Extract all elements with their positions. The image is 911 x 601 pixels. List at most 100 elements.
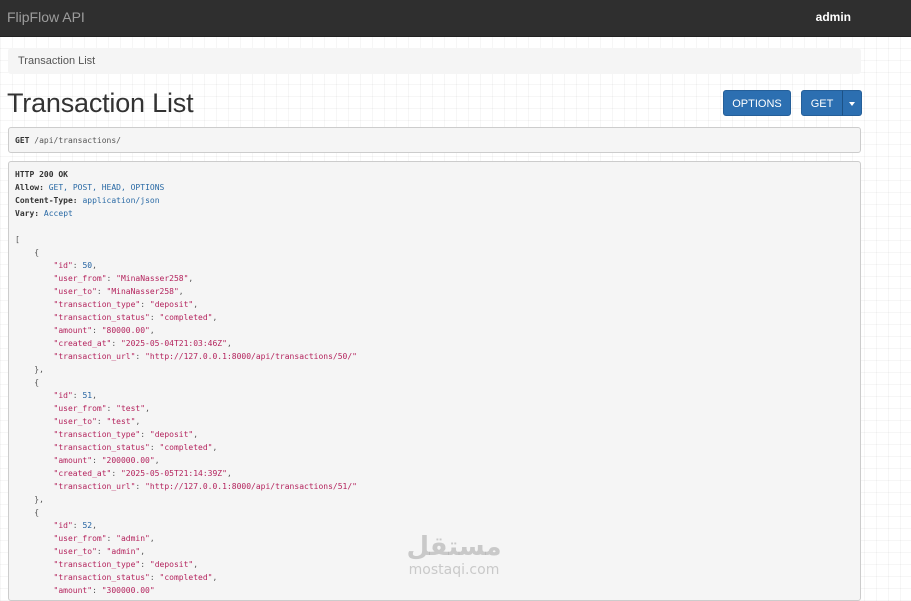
json-key: "user_from" xyxy=(53,274,107,283)
json-value: "MinaNasser258" xyxy=(106,287,179,296)
json-value: "completed" xyxy=(159,443,213,452)
response-header-name: Vary: xyxy=(15,209,40,218)
response-line xyxy=(15,220,854,233)
json-key: "transaction_status" xyxy=(53,443,150,452)
response-line: "id": 51, xyxy=(53,391,97,400)
response-line: "amount": "200000.00", xyxy=(53,456,160,465)
response-line: "transaction_status": "completed", xyxy=(53,313,218,322)
json-key: "id" xyxy=(53,391,73,400)
json-value: "deposit" xyxy=(149,560,194,569)
json-value: "2025-05-04T21:03:46Z" xyxy=(120,339,227,348)
response-line: { xyxy=(15,246,854,259)
json-brace: { xyxy=(34,378,40,387)
json-key: "id" xyxy=(53,261,73,270)
response-line: "amount": "300000.00" xyxy=(53,586,155,595)
json-key: "transaction_status" xyxy=(53,573,150,582)
response-header-value: Accept xyxy=(43,209,73,218)
json-value: "2025-05-05T21:14:39Z" xyxy=(120,469,227,478)
json-value: "deposit" xyxy=(149,430,194,439)
json-key: "transaction_type" xyxy=(53,300,141,309)
json-key: "transaction_type" xyxy=(53,560,141,569)
brand-link[interactable]: FlipFlow API xyxy=(7,9,85,25)
json-value: 51 xyxy=(82,391,93,400)
response-line: { xyxy=(15,376,854,389)
json-key: "amount" xyxy=(53,586,93,595)
options-button[interactable]: OPTIONS xyxy=(723,90,791,116)
response-line: "transaction_url": "http://127.0.0.1:800… xyxy=(53,482,357,491)
json-key: "user_to" xyxy=(53,547,97,556)
json-key: "id" xyxy=(53,521,73,530)
response-line: "transaction_status": "completed", xyxy=(53,443,218,452)
response-line: "id": 52, xyxy=(53,521,97,530)
response-header-value: GET, POST, HEAD, OPTIONS xyxy=(48,183,165,192)
request-info: GET /api/transactions/ xyxy=(8,127,861,153)
response-line: [ xyxy=(15,233,854,246)
json-key: "amount" xyxy=(53,326,93,335)
json-value: "admin" xyxy=(116,534,150,543)
caret-down-icon xyxy=(849,102,855,106)
request-method: GET xyxy=(15,136,30,145)
breadcrumb-item-active: Transaction List xyxy=(18,55,96,67)
json-key: "user_from" xyxy=(53,534,107,543)
json-brace: }, xyxy=(34,495,44,504)
response-line: "created_at": "2025-05-04T21:03:46Z", xyxy=(53,339,232,348)
response-line: "created_at": "2025-05-05T21:14:39Z", xyxy=(53,469,232,478)
json-key: "amount" xyxy=(53,456,93,465)
breadcrumb: Transaction List xyxy=(8,48,861,74)
json-bracket: [ xyxy=(15,235,20,244)
watermark: مستقل mostaqi.com xyxy=(398,532,510,578)
json-key: "user_to" xyxy=(53,287,97,296)
json-brace: { xyxy=(34,248,40,257)
page-title: Transaction List xyxy=(7,88,194,118)
response-line: "transaction_type": "deposit", xyxy=(53,300,199,309)
get-button[interactable]: GET xyxy=(801,90,843,116)
watermark-logo: مستقل xyxy=(406,532,502,562)
json-value: "http://127.0.0.1:8000/api/transactions/… xyxy=(145,352,357,361)
response-line: "transaction_url": "http://127.0.0.1:800… xyxy=(53,352,357,361)
response-line: "transaction_type": "deposit", xyxy=(53,430,199,439)
json-value: "admin" xyxy=(106,547,141,556)
response-line: "user_from": "test", xyxy=(53,404,150,413)
json-key: "user_to" xyxy=(53,417,97,426)
response-header-value: application/json xyxy=(82,196,160,205)
watermark-text: mostaqi.com xyxy=(408,562,500,578)
json-value: "200000.00" xyxy=(101,456,155,465)
response-line: HTTP 200 OK xyxy=(15,168,854,181)
json-value: "completed" xyxy=(159,573,213,582)
response-line: { xyxy=(15,506,854,519)
json-value: "MinaNasser258" xyxy=(116,274,189,283)
response-line: "id": 50, xyxy=(53,261,97,270)
json-value: "completed" xyxy=(159,313,213,322)
json-value: "deposit" xyxy=(149,300,194,309)
json-key: "transaction_status" xyxy=(53,313,150,322)
request-path: /api/transactions/ xyxy=(34,136,121,145)
response-line: }, xyxy=(15,363,854,376)
format-dropdown-toggle[interactable] xyxy=(842,90,862,116)
response-line: "amount": "80000.00", xyxy=(53,326,155,335)
response-line: Content-Type: application/json xyxy=(15,194,854,207)
user-menu[interactable]: admin xyxy=(816,10,851,24)
response-line: }, xyxy=(15,493,854,506)
json-key: "user_from" xyxy=(53,404,107,413)
response-line: "user_to": "test", xyxy=(53,417,141,426)
json-value: 52 xyxy=(82,521,93,530)
json-value: "test" xyxy=(106,417,136,426)
json-value: "test" xyxy=(116,404,146,413)
json-value: "80000.00" xyxy=(101,326,150,335)
response-line: Vary: Accept xyxy=(15,207,854,220)
json-key: "created_at" xyxy=(53,339,112,348)
json-brace: { xyxy=(34,508,40,517)
json-key: "transaction_url" xyxy=(53,482,136,491)
json-brace: }, xyxy=(34,365,44,374)
response-header-name: Content-Type: xyxy=(15,196,78,205)
response-line: "user_from": "MinaNasser258", xyxy=(53,274,194,283)
response-line: "user_to": "MinaNasser258", xyxy=(53,287,184,296)
response-header-name: Allow: xyxy=(15,183,44,192)
response-line: Allow: GET, POST, HEAD, OPTIONS xyxy=(15,181,854,194)
json-value: "http://127.0.0.1:8000/api/transactions/… xyxy=(145,482,357,491)
json-value: "300000.00" xyxy=(101,586,155,595)
json-value: 50 xyxy=(82,261,93,270)
navbar: FlipFlow API admin xyxy=(0,0,911,37)
json-key: "transaction_type" xyxy=(53,430,141,439)
json-key: "transaction_url" xyxy=(53,352,136,361)
